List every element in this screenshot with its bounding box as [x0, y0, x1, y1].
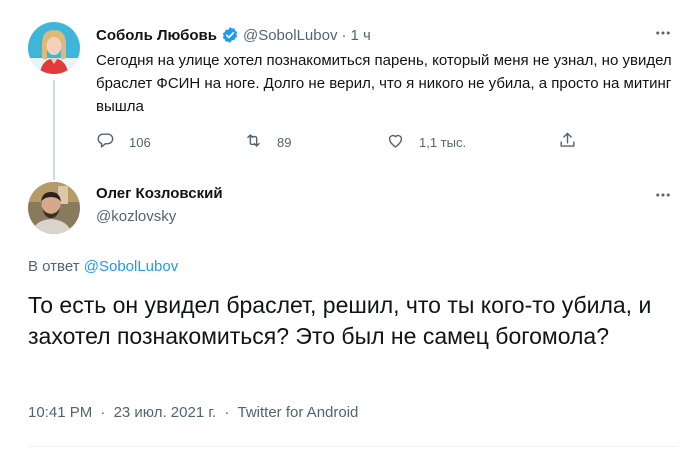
reply-count: 106 — [129, 134, 151, 150]
avatar-sobol[interactable] — [28, 22, 80, 74]
parent-tweet[interactable]: Соболь Любовь @SobolLubov · 1 ч Сегодня … — [0, 0, 700, 180]
thread-connector-line — [53, 80, 55, 180]
retweet-icon — [244, 131, 263, 153]
parent-tweet-text: Сегодня на улице хотел познакомиться пар… — [96, 52, 672, 115]
tweet-meta: 10:41 PM · 23 июл. 2021 г. · Twitter for… — [28, 404, 358, 421]
tweet-source-link[interactable]: Twitter for Android — [238, 404, 359, 421]
main-more-button[interactable] — [652, 184, 674, 206]
share-icon — [558, 131, 577, 153]
heart-icon — [386, 131, 405, 153]
header-dot-separator: · — [341, 26, 347, 44]
meta-separator: · — [100, 404, 106, 421]
parent-tweet-actions: 106 89 1,1 тыс. — [96, 128, 596, 156]
avatar-kozlovsky[interactable] — [28, 182, 80, 234]
more-horizontal-icon — [656, 193, 670, 197]
verified-badge-icon — [221, 26, 239, 44]
tweet-thread: Соболь Любовь @SobolLubov · 1 ч Сегодня … — [0, 0, 700, 461]
parent-author-handle[interactable]: @SobolLubov — [243, 27, 337, 44]
tweet-time[interactable]: 10:41 PM — [28, 404, 92, 421]
parent-tweet-header: Соболь Любовь @SobolLubov · 1 ч — [96, 24, 371, 46]
tweet-date[interactable]: 23 июл. 2021 г. — [114, 404, 217, 421]
reply-button[interactable]: 106 — [96, 128, 151, 156]
parent-author-name[interactable]: Соболь Любовь — [96, 27, 217, 44]
main-author-name[interactable]: Олег Козловский — [96, 185, 223, 202]
main-author-handle[interactable]: @kozlovsky — [96, 208, 176, 225]
more-horizontal-icon — [656, 31, 670, 35]
parent-more-button[interactable] — [652, 22, 674, 44]
main-tweet-text: То есть он увидел браслет, решил, что ты… — [28, 292, 652, 349]
replying-to-mention-link[interactable]: @SobolLubov — [84, 258, 178, 275]
share-button[interactable] — [558, 128, 577, 156]
divider — [28, 446, 678, 447]
reply-icon — [96, 131, 115, 153]
retweet-count: 89 — [277, 134, 292, 150]
parent-time-ago[interactable]: 1 ч — [350, 27, 370, 44]
replying-to-prefix: В ответ — [28, 258, 80, 275]
like-count: 1,1 тыс. — [419, 134, 467, 150]
retweet-button[interactable]: 89 — [244, 128, 291, 156]
replying-to: В ответ @SobolLubov — [28, 258, 178, 275]
like-button[interactable]: 1,1 тыс. — [386, 128, 466, 156]
meta-separator-2: · — [224, 404, 230, 421]
